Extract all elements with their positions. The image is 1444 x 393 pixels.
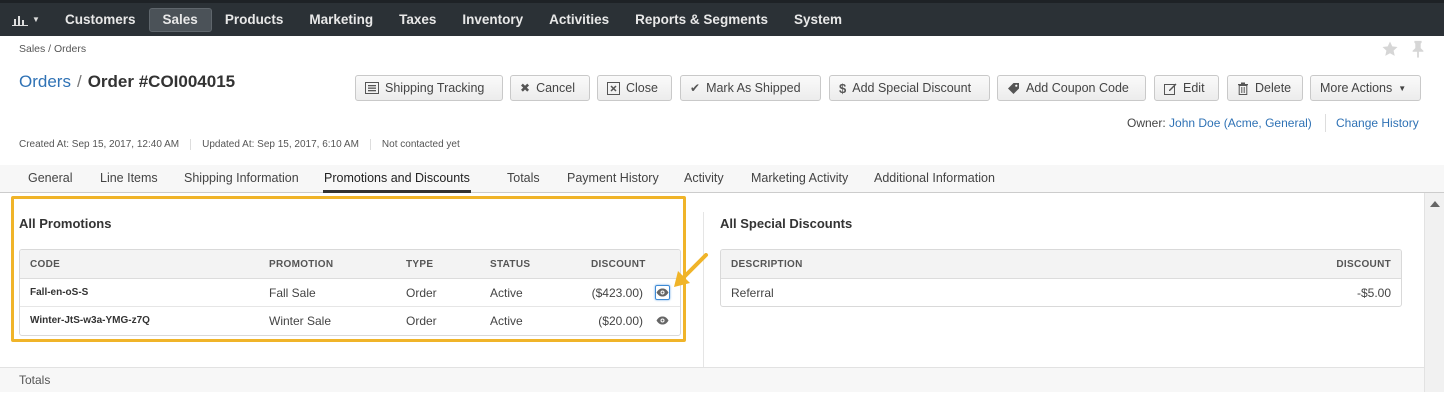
owner-label: Owner: bbox=[1127, 116, 1166, 130]
order-title: Order #COI004015 bbox=[87, 72, 236, 91]
chevron-down-icon: ▼ bbox=[32, 15, 40, 24]
nav-marketing[interactable]: Marketing bbox=[296, 8, 386, 32]
nav-sales[interactable]: Sales bbox=[148, 7, 212, 32]
add-coupon-code-button[interactable]: Add Coupon Code bbox=[997, 75, 1146, 101]
pin-icon[interactable] bbox=[1410, 40, 1426, 58]
add-special-discount-button[interactable]: $ Add Special Discount bbox=[829, 75, 990, 101]
change-history-link[interactable]: Change History bbox=[1336, 116, 1419, 130]
top-navigation: ▼ Customers Sales Products Marketing Tax… bbox=[0, 0, 1444, 36]
annotation-arrow-icon bbox=[674, 253, 708, 287]
updated-at: Updated At: Sep 15, 2017, 6:10 AM bbox=[202, 139, 371, 150]
nav-customers[interactable]: Customers bbox=[52, 8, 149, 32]
dashboard-menu-button[interactable]: ▼ bbox=[0, 3, 52, 36]
owner-info: Owner: John Doe (Acme, General) bbox=[1127, 116, 1312, 130]
more-actions-label: More Actions bbox=[1320, 81, 1393, 95]
nav-activities[interactable]: Activities bbox=[536, 8, 622, 32]
special-discounts-title: All Special Discounts bbox=[720, 216, 853, 231]
close-box-icon bbox=[607, 81, 620, 95]
mark-as-shipped-button[interactable]: ✔ Mark As Shipped bbox=[680, 75, 821, 101]
list-icon bbox=[365, 82, 379, 94]
caret-down-icon: ▼ bbox=[1398, 83, 1407, 93]
bar-chart-icon bbox=[12, 15, 29, 26]
page-title: Orders / Order #COI004015 bbox=[19, 72, 235, 92]
scroll-up-arrow-icon[interactable] bbox=[1430, 201, 1440, 207]
tab-additional-information[interactable]: Additional Information bbox=[874, 165, 995, 193]
orders-link[interactable]: Orders bbox=[19, 72, 71, 91]
tab-totals[interactable]: Totals bbox=[507, 165, 540, 193]
dollar-icon: $ bbox=[839, 80, 847, 96]
more-actions-button[interactable]: More Actions ▼ bbox=[1310, 75, 1421, 101]
trash-icon bbox=[1238, 82, 1248, 95]
tab-general[interactable]: General bbox=[28, 165, 72, 193]
nav-products[interactable]: Products bbox=[212, 8, 297, 32]
contacted-status: Not contacted yet bbox=[381, 139, 460, 150]
shipping-tracking-label: Shipping Tracking bbox=[385, 81, 485, 95]
checkmark-icon: ✔ bbox=[690, 81, 701, 95]
edit-label: Edit bbox=[1183, 81, 1205, 95]
cancel-button[interactable]: ✖ Cancel bbox=[510, 75, 590, 101]
tab-payment-history[interactable]: Payment History bbox=[567, 165, 659, 193]
edit-button[interactable]: Edit bbox=[1154, 75, 1219, 101]
tab-marketing-activity[interactable]: Marketing Activity bbox=[751, 165, 848, 193]
add-special-discount-label: Add Special Discount bbox=[852, 81, 972, 95]
discount-amount: -$5.00 bbox=[1356, 286, 1391, 300]
delete-label: Delete bbox=[1255, 81, 1292, 95]
cancel-label: Cancel bbox=[536, 81, 575, 95]
nav-reports-segments[interactable]: Reports & Segments bbox=[622, 8, 781, 32]
close-label: Close bbox=[626, 81, 658, 95]
record-meta: Created At: Sep 15, 2017, 12:40 AM Updat… bbox=[19, 139, 482, 150]
col-description: DESCRIPTION bbox=[731, 259, 803, 270]
breadcrumb[interactable]: Sales / Orders bbox=[19, 43, 86, 55]
owner-name-link[interactable]: John Doe bbox=[1169, 116, 1220, 130]
owner-divider bbox=[1325, 114, 1326, 132]
tab-promotions-and-discounts[interactable]: Promotions and Discounts bbox=[323, 165, 471, 193]
shipping-tracking-button[interactable]: Shipping Tracking bbox=[355, 75, 503, 101]
totals-section-header: Totals bbox=[0, 367, 1424, 392]
close-button[interactable]: Close bbox=[597, 75, 672, 101]
special-discounts-table-header: DESCRIPTION DISCOUNT bbox=[721, 250, 1401, 279]
owner-org-link[interactable]: (Acme, General) bbox=[1224, 116, 1312, 130]
tab-line-items[interactable]: Line Items bbox=[100, 165, 158, 193]
mark-as-shipped-label: Mark As Shipped bbox=[706, 81, 801, 95]
discount-description: Referral bbox=[731, 286, 774, 300]
tab-activity[interactable]: Activity bbox=[684, 165, 724, 193]
add-coupon-code-label: Add Coupon Code bbox=[1026, 81, 1129, 95]
created-at: Created At: Sep 15, 2017, 12:40 AM bbox=[19, 139, 192, 150]
table-row: Referral -$5.00 bbox=[721, 279, 1401, 306]
vertical-scrollbar[interactable] bbox=[1424, 193, 1444, 392]
col-discount: DISCOUNT bbox=[1336, 259, 1391, 270]
nav-system[interactable]: System bbox=[781, 8, 855, 32]
tab-shipping-information[interactable]: Shipping Information bbox=[184, 165, 299, 193]
nav-taxes[interactable]: Taxes bbox=[386, 8, 449, 32]
star-icon[interactable] bbox=[1381, 40, 1399, 58]
section-tabs: General Line Items Shipping Information … bbox=[0, 165, 1444, 193]
close-icon: ✖ bbox=[520, 81, 531, 95]
nav-inventory[interactable]: Inventory bbox=[449, 8, 536, 32]
delete-button[interactable]: Delete bbox=[1227, 75, 1303, 101]
edit-icon bbox=[1164, 83, 1177, 95]
tag-icon bbox=[1008, 82, 1019, 94]
highlight-box bbox=[11, 196, 686, 342]
special-discounts-table: DESCRIPTION DISCOUNT Referral -$5.00 bbox=[720, 249, 1402, 307]
title-separator: / bbox=[76, 72, 82, 91]
